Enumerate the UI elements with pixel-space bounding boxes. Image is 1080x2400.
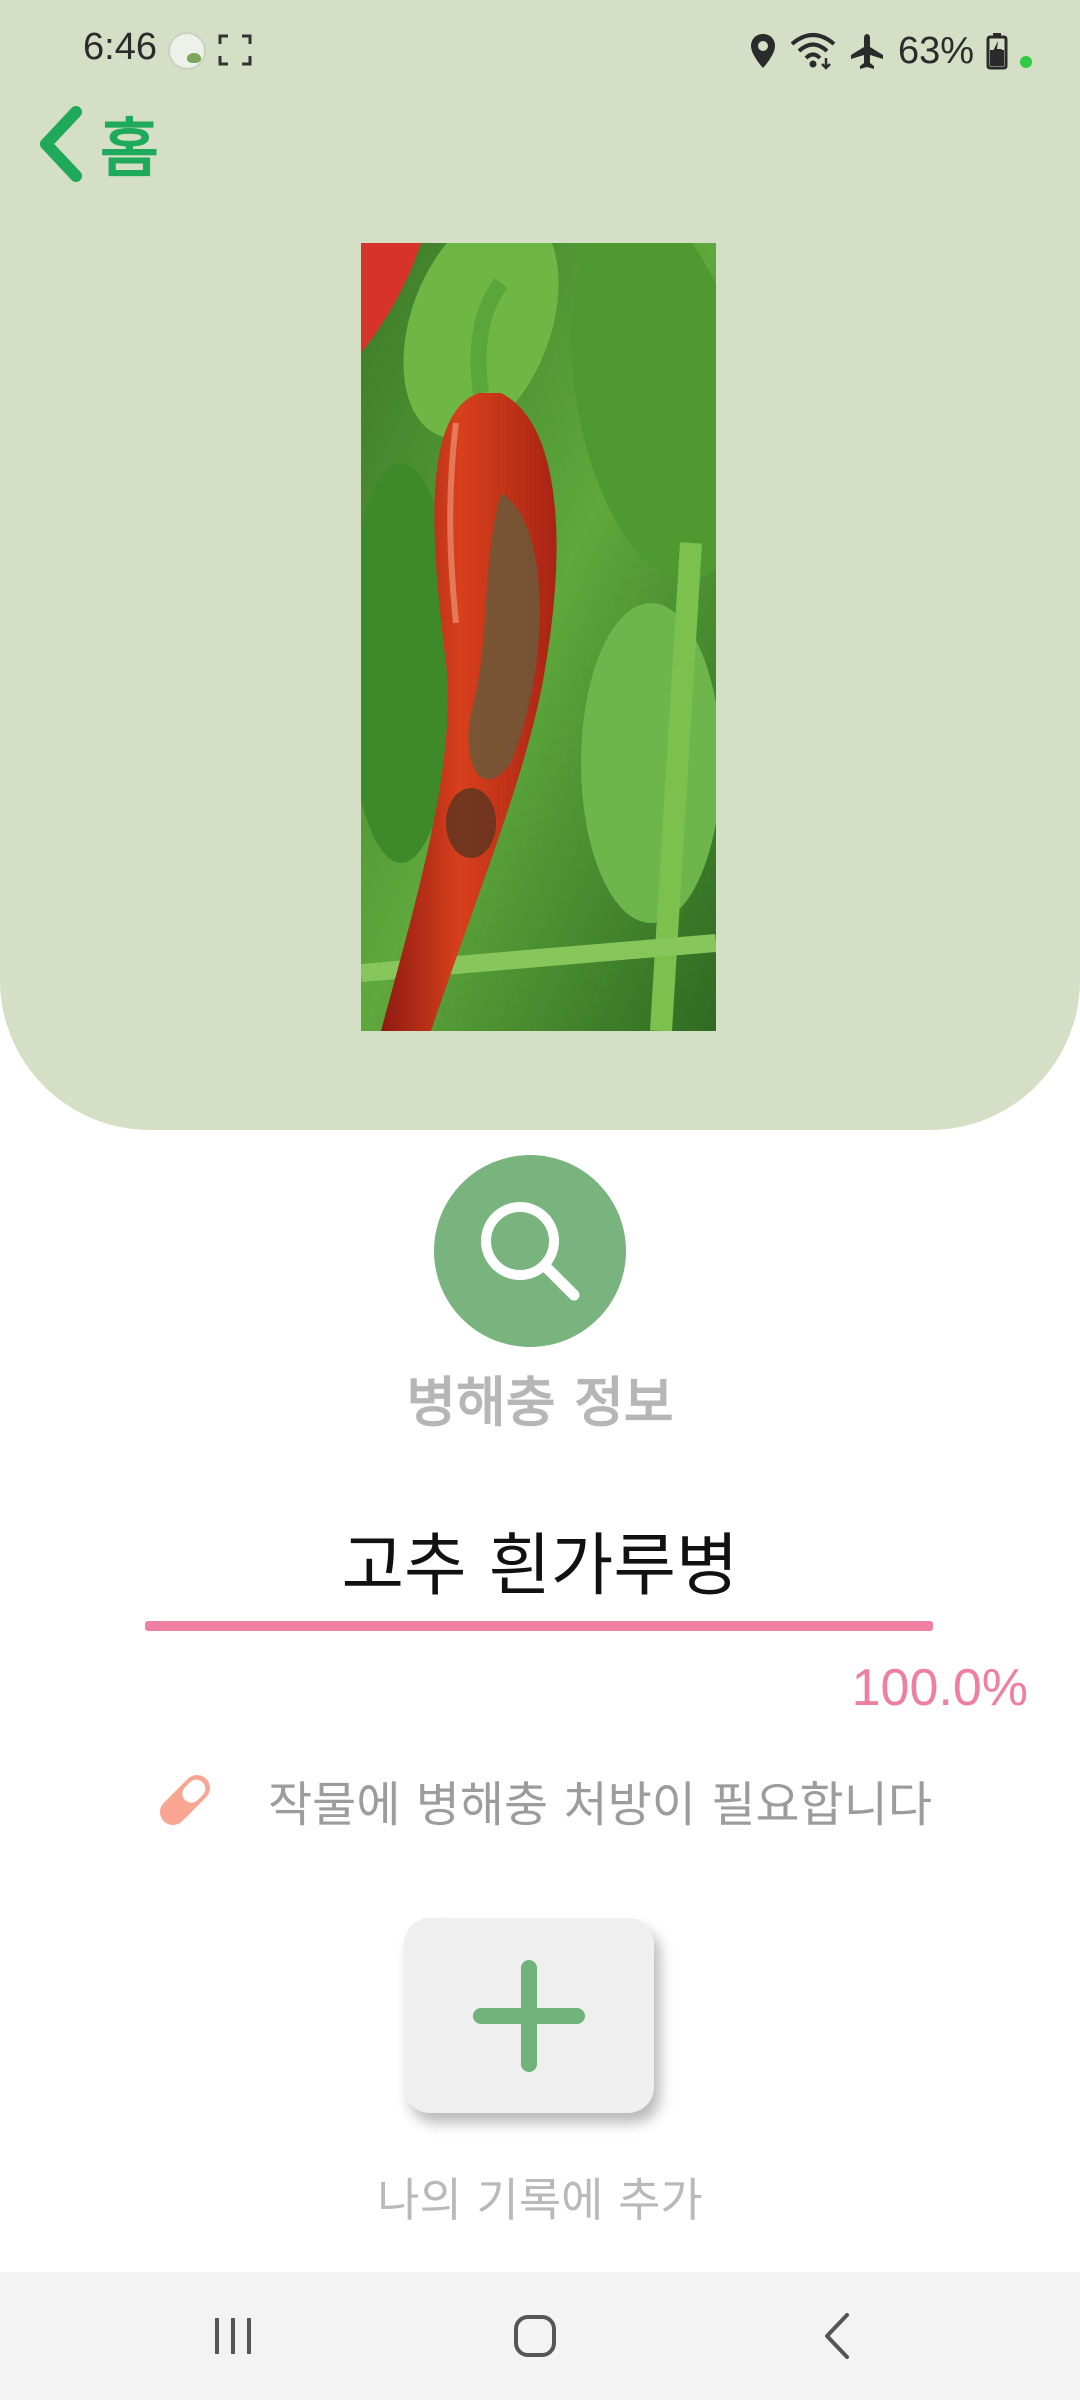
prescription-notice: 작물에 병해충 처방이 필요합니다 [150,1760,932,1840]
back-label: 홈 [100,113,159,187]
recent-apps-button[interactable] [163,2272,303,2400]
airplane-mode-icon [850,34,883,69]
disease-name: 고추 흰가루병 [341,1527,739,1606]
home-icon [514,2315,556,2357]
mic-active-dot [1020,56,1032,68]
navigation-bar [0,2272,1080,2400]
status-time: 6:46 [83,26,157,68]
disease-info-label: 병해충 정보 [406,1371,674,1434]
search-icon [481,1202,580,1301]
recent-apps-icon [215,2318,251,2354]
location-icon [750,34,775,68]
confidence-bar [145,1621,933,1631]
chevron-left-icon [40,106,82,182]
add-to-records-label: 나의 기록에 추가 [377,2173,703,2227]
screenshot-icon [218,34,252,66]
back-icon [825,2313,849,2359]
notice-text: 작물에 병해충 처방이 필요합니다 [268,1777,933,1833]
status-bar: 6:46 63% [0,0,1080,100]
battery-percent: 63% [897,29,974,72]
app-notification-icon [168,32,206,70]
home-button[interactable] [465,2272,605,2400]
wifi-icon [790,33,836,70]
battery-charging-icon [986,33,1008,70]
confidence-bar-fill [145,1621,933,1631]
pill-icon [159,1774,211,1826]
screen: 6:46 63% 홈 병해충 정보 고추 흰가루병 100.0% 작물에 병해충… [0,0,1080,2400]
crop-photo [361,243,716,1031]
add-to-records-button[interactable] [404,1918,654,2113]
confidence-value: 100.0% [851,1659,1028,1717]
status-icons: 63% [748,26,1032,76]
plus-icon [473,1959,585,2072]
system-back-button[interactable] [767,2272,907,2400]
disease-info-button[interactable] [434,1155,626,1347]
back-home-button[interactable]: 홈 [34,98,159,190]
